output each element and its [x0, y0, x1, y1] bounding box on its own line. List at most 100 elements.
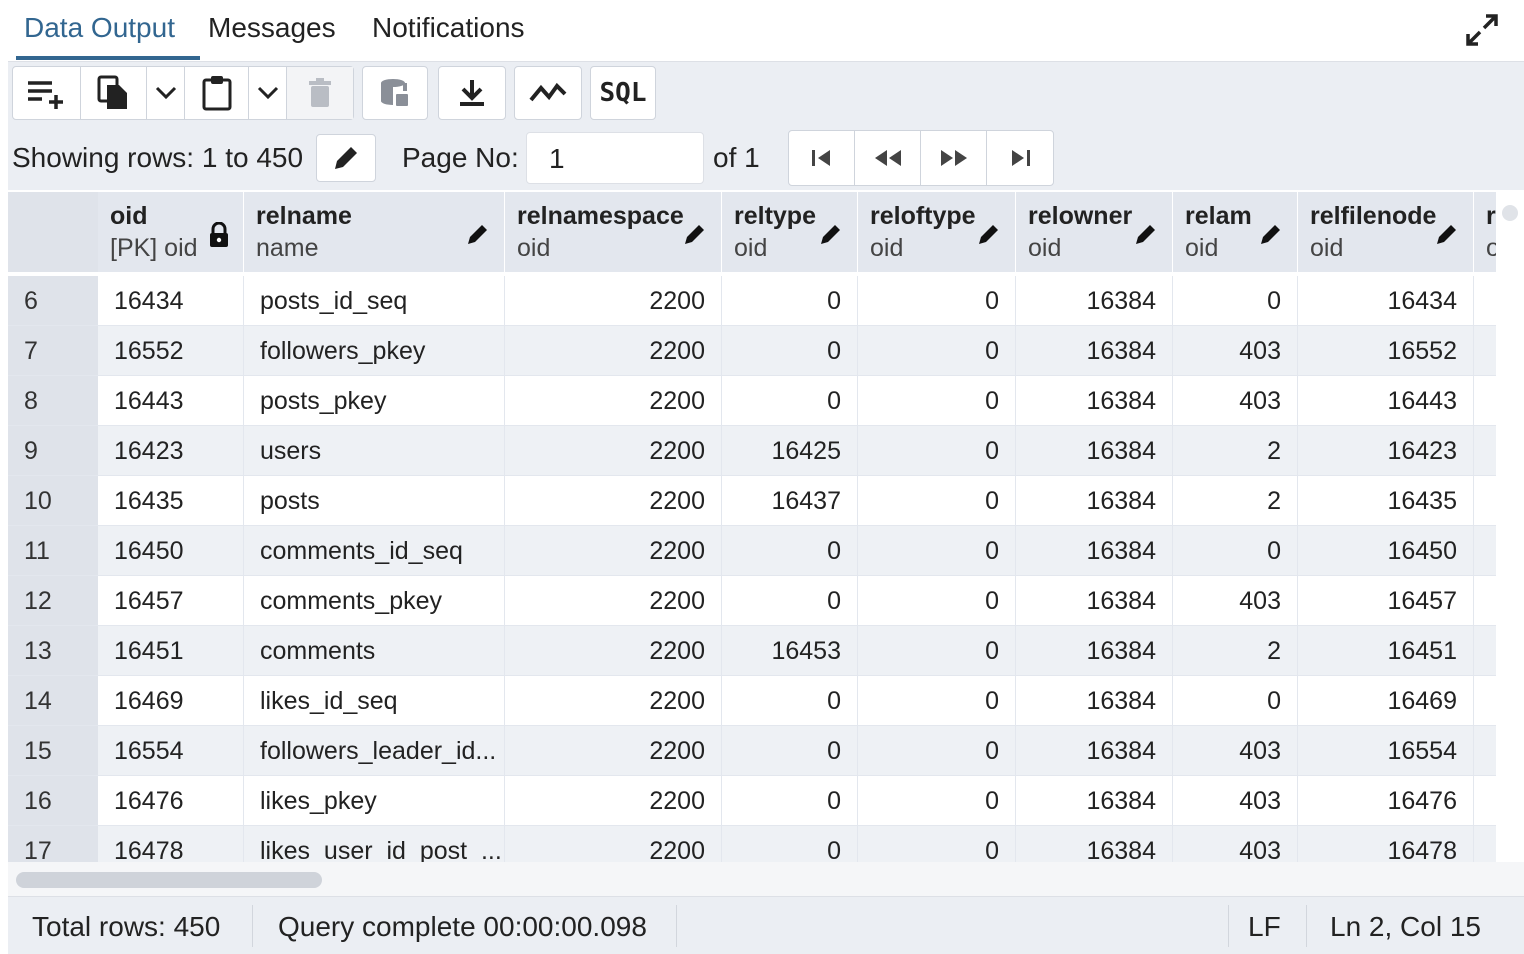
edit-column-pencil-icon[interactable] [1435, 222, 1459, 251]
cell-relname[interactable]: posts_id_seq [244, 276, 505, 326]
cell-relfilenode[interactable]: 16423 [1298, 426, 1474, 476]
row-number[interactable]: 6 [8, 276, 98, 326]
cell-relam[interactable]: 403 [1173, 826, 1298, 862]
cell-relfilenode[interactable]: 16476 [1298, 776, 1474, 826]
cell-oid[interactable]: 16469 [98, 676, 244, 726]
cell-relnamespace[interactable]: 2200 [505, 576, 722, 626]
cell-relnamespace[interactable]: 2200 [505, 826, 722, 862]
table-row[interactable]: 14 16469 likes_id_seq 2200 0 0 16384 0 16469 [8, 676, 1496, 726]
row-number[interactable]: 8 [8, 376, 98, 426]
cell-reltype[interactable]: 0 [722, 776, 858, 826]
cell-relam[interactable]: 0 [1173, 276, 1298, 326]
cell-relfilenode[interactable]: 16451 [1298, 626, 1474, 676]
cell-relam[interactable]: 2 [1173, 476, 1298, 526]
cell-relowner[interactable]: 16384 [1016, 326, 1173, 376]
cell-relnamespace[interactable]: 2200 [505, 726, 722, 776]
cell-relname[interactable]: likes_user_id_post_... [244, 826, 505, 862]
cell-reltype[interactable]: 0 [722, 526, 858, 576]
cell-relam[interactable]: 403 [1173, 776, 1298, 826]
cell-oid[interactable]: 16478 [98, 826, 244, 862]
edit-rows-button[interactable] [316, 134, 376, 182]
table-row[interactable]: 6 16434 posts_id_seq 2200 0 0 16384 0 16434 [8, 276, 1496, 326]
table-row[interactable]: 10 16435 posts 2200 16437 0 16384 2 16435 [8, 476, 1496, 526]
cell-relnamespace[interactable]: 2200 [505, 776, 722, 826]
cell-reloftype[interactable]: 0 [858, 526, 1016, 576]
cell-oid[interactable]: 16554 [98, 726, 244, 776]
cell-truncated[interactable] [1474, 826, 1496, 862]
cell-relname[interactable]: likes_pkey [244, 776, 505, 826]
table-row[interactable]: 11 16450 comments_id_seq 2200 0 0 16384 0 16450 [8, 526, 1496, 576]
row-number[interactable]: 13 [8, 626, 98, 676]
cell-reloftype[interactable]: 0 [858, 426, 1016, 476]
cell-relnamespace[interactable]: 2200 [505, 526, 722, 576]
column-header-reloftype[interactable]: reloftype oid [858, 192, 1016, 272]
cell-relfilenode[interactable]: 16478 [1298, 826, 1474, 862]
last-page-icon[interactable] [987, 131, 1053, 185]
cell-oid[interactable]: 16435 [98, 476, 244, 526]
cell-reltype[interactable]: 0 [722, 726, 858, 776]
cell-relowner[interactable]: 16384 [1016, 376, 1173, 426]
cell-relnamespace[interactable]: 2200 [505, 376, 722, 426]
paste-options-chevron-down-icon[interactable] [249, 67, 287, 119]
cell-truncated[interactable] [1474, 676, 1496, 726]
cell-oid[interactable]: 16552 [98, 326, 244, 376]
cell-reltype[interactable]: 0 [722, 676, 858, 726]
edit-column-pencil-icon[interactable] [819, 222, 843, 251]
cell-relowner[interactable]: 16384 [1016, 426, 1173, 476]
horizontal-scrollbar[interactable] [8, 862, 1524, 896]
page-number-input[interactable]: 1 [526, 132, 704, 184]
cell-relfilenode[interactable]: 16434 [1298, 276, 1474, 326]
tab-data-output[interactable]: Data Output [24, 12, 175, 44]
row-number[interactable]: 11 [8, 526, 98, 576]
table-row[interactable]: 9 16423 users 2200 16425 0 16384 2 16423 [8, 426, 1496, 476]
cell-truncated[interactable] [1474, 426, 1496, 476]
table-row[interactable]: 16 16476 likes_pkey 2200 0 0 16384 403 16476 [8, 776, 1496, 826]
table-row[interactable]: 15 16554 followers_leader_id... 2200 0 0 16384… [8, 726, 1496, 776]
maximize-icon[interactable] [1464, 12, 1500, 48]
edit-column-pencil-icon[interactable] [1134, 222, 1158, 251]
cell-relfilenode[interactable]: 16443 [1298, 376, 1474, 426]
cell-relowner[interactable]: 16384 [1016, 676, 1173, 726]
row-number-header[interactable] [8, 192, 98, 272]
delete-icon[interactable] [287, 67, 353, 119]
cell-relowner[interactable]: 16384 [1016, 776, 1173, 826]
cell-truncated[interactable] [1474, 376, 1496, 426]
next-page-icon[interactable] [921, 131, 987, 185]
cell-truncated[interactable] [1474, 476, 1496, 526]
cell-reltype[interactable]: 0 [722, 326, 858, 376]
cell-reloftype[interactable]: 0 [858, 576, 1016, 626]
cell-oid[interactable]: 16443 [98, 376, 244, 426]
row-number[interactable]: 7 [8, 326, 98, 376]
table-row[interactable]: 12 16457 comments_pkey 2200 0 0 16384 403 16457 [8, 576, 1496, 626]
cell-relfilenode[interactable]: 16457 [1298, 576, 1474, 626]
cell-relname[interactable]: followers_pkey [244, 326, 505, 376]
cell-relnamespace[interactable]: 2200 [505, 676, 722, 726]
row-number[interactable]: 9 [8, 426, 98, 476]
download-icon[interactable] [438, 66, 506, 120]
cell-relfilenode[interactable]: 16435 [1298, 476, 1474, 526]
cell-oid[interactable]: 16457 [98, 576, 244, 626]
first-page-icon[interactable] [789, 131, 855, 185]
cell-reltype[interactable]: 0 [722, 826, 858, 862]
edit-column-pencil-icon[interactable] [1259, 222, 1283, 251]
sql-icon[interactable]: SQL [590, 66, 656, 120]
cell-oid[interactable]: 16434 [98, 276, 244, 326]
column-header-reltype[interactable]: reltype oid [722, 192, 858, 272]
previous-page-icon[interactable] [855, 131, 921, 185]
row-number[interactable]: 10 [8, 476, 98, 526]
cell-relfilenode[interactable]: 16554 [1298, 726, 1474, 776]
cell-reltype[interactable]: 0 [722, 576, 858, 626]
vertical-scrollbar[interactable] [1502, 205, 1518, 221]
cell-relnamespace[interactable]: 2200 [505, 276, 722, 326]
cell-relowner[interactable]: 16384 [1016, 276, 1173, 326]
cell-truncated[interactable] [1474, 276, 1496, 326]
cell-relname[interactable]: posts [244, 476, 505, 526]
edit-column-pencil-icon[interactable] [683, 222, 707, 251]
cell-relam[interactable]: 403 [1173, 726, 1298, 776]
cell-relfilenode[interactable]: 16469 [1298, 676, 1474, 726]
cell-relowner[interactable]: 16384 [1016, 826, 1173, 862]
edit-column-pencil-icon[interactable] [977, 222, 1001, 251]
cell-relowner[interactable]: 16384 [1016, 726, 1173, 776]
column-header-relname[interactable]: relname name [244, 192, 505, 272]
cell-relam[interactable]: 0 [1173, 676, 1298, 726]
